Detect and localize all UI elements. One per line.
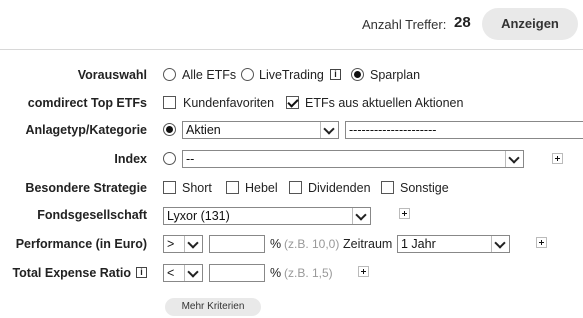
chevron-down-icon — [184, 236, 202, 252]
performance-unit: % — [270, 237, 282, 251]
category-label: Anlagetyp/Kategorie — [25, 123, 147, 137]
ter-info-icon[interactable]: i — [136, 267, 147, 278]
checkbox-hebel-label[interactable]: Hebel — [245, 181, 278, 195]
fund-company-label: Fondsgesellschaft — [37, 208, 147, 222]
performance-operator-select[interactable]: > — [163, 235, 203, 253]
index-plus-icon[interactable] — [552, 153, 563, 164]
index-label: Index — [114, 152, 147, 166]
checkbox-kundenfavoriten-label[interactable]: Kundenfavoriten — [183, 96, 274, 110]
ter-operator-value: < — [167, 266, 175, 280]
category-sub-select[interactable]: --------------------- — [345, 121, 583, 139]
hits-label: Anzahl Treffer: — [362, 17, 447, 32]
checkbox-short[interactable] — [163, 181, 176, 194]
radio-livetrading[interactable] — [241, 68, 254, 81]
checkbox-aktionen-label[interactable]: ETFs aus aktuellen Aktionen — [305, 96, 463, 110]
chevron-down-icon — [184, 265, 202, 281]
preselection-label: Vorauswahl — [77, 68, 147, 82]
performance-operator-value: > — [167, 237, 175, 251]
radio-category[interactable] — [163, 123, 176, 136]
index-select-value: -- — [186, 152, 195, 166]
fund-company-plus-icon[interactable] — [399, 208, 410, 219]
period-select-value: 1 Jahr — [401, 237, 436, 251]
checkbox-hebel[interactable] — [226, 181, 239, 194]
radio-sparplan[interactable] — [351, 68, 364, 81]
ter-label: Total Expense Ratio — [12, 266, 131, 280]
checkbox-aktionen[interactable] — [286, 96, 299, 109]
ter-unit: % — [270, 266, 282, 280]
performance-value-input[interactable] — [209, 235, 265, 253]
radio-sparplan-label[interactable]: Sparplan — [370, 68, 420, 82]
radio-index[interactable] — [163, 152, 176, 165]
checkbox-dividenden[interactable] — [289, 181, 302, 194]
performance-hint: (z.B. 10,0) — [284, 237, 340, 251]
checkbox-sonstige[interactable] — [381, 181, 394, 194]
chevron-down-icon — [491, 236, 509, 252]
radio-all-etfs[interactable] — [163, 68, 176, 81]
ter-plus-icon[interactable] — [358, 266, 369, 277]
more-criteria-button[interactable]: Mehr Kriterien — [165, 298, 261, 316]
category-sub-select-value: --------------------- — [349, 123, 437, 137]
hits-count: 28 — [454, 14, 471, 31]
ter-operator-select[interactable]: < — [163, 264, 203, 282]
results-header: Anzahl Treffer: 28 Anzeigen — [0, 0, 583, 50]
fund-company-select[interactable]: Lyxor (131) — [163, 207, 371, 225]
checkbox-kundenfavoriten[interactable] — [163, 96, 176, 109]
ter-value-input[interactable] — [209, 264, 265, 282]
category-select-value: Aktien — [186, 123, 221, 137]
top-etfs-label: comdirect Top ETFs — [27, 96, 147, 110]
radio-all-etfs-label[interactable]: Alle ETFs — [182, 68, 236, 82]
performance-label: Performance (in Euro) — [15, 237, 147, 251]
strategy-label: Besondere Strategie — [25, 181, 147, 195]
period-label: Zeitraum — [343, 237, 393, 251]
show-results-button[interactable]: Anzeigen — [482, 8, 578, 40]
checkbox-short-label[interactable]: Short — [182, 181, 212, 195]
period-select[interactable]: 1 Jahr — [397, 235, 510, 253]
radio-livetrading-label[interactable]: LiveTrading — [259, 68, 324, 82]
chevron-down-icon — [352, 208, 370, 224]
checkbox-sonstige-label[interactable]: Sonstige — [400, 181, 449, 195]
chevron-down-icon — [505, 151, 523, 167]
livetrading-info-icon[interactable]: i — [330, 69, 341, 80]
performance-plus-icon[interactable] — [536, 237, 547, 248]
category-select[interactable]: Aktien — [182, 121, 339, 139]
chevron-down-icon — [320, 122, 338, 138]
index-select[interactable]: -- — [182, 150, 524, 168]
ter-hint: (z.B. 1,5) — [284, 266, 333, 280]
fund-company-select-value: Lyxor (131) — [167, 209, 230, 223]
checkbox-dividenden-label[interactable]: Dividenden — [308, 181, 371, 195]
